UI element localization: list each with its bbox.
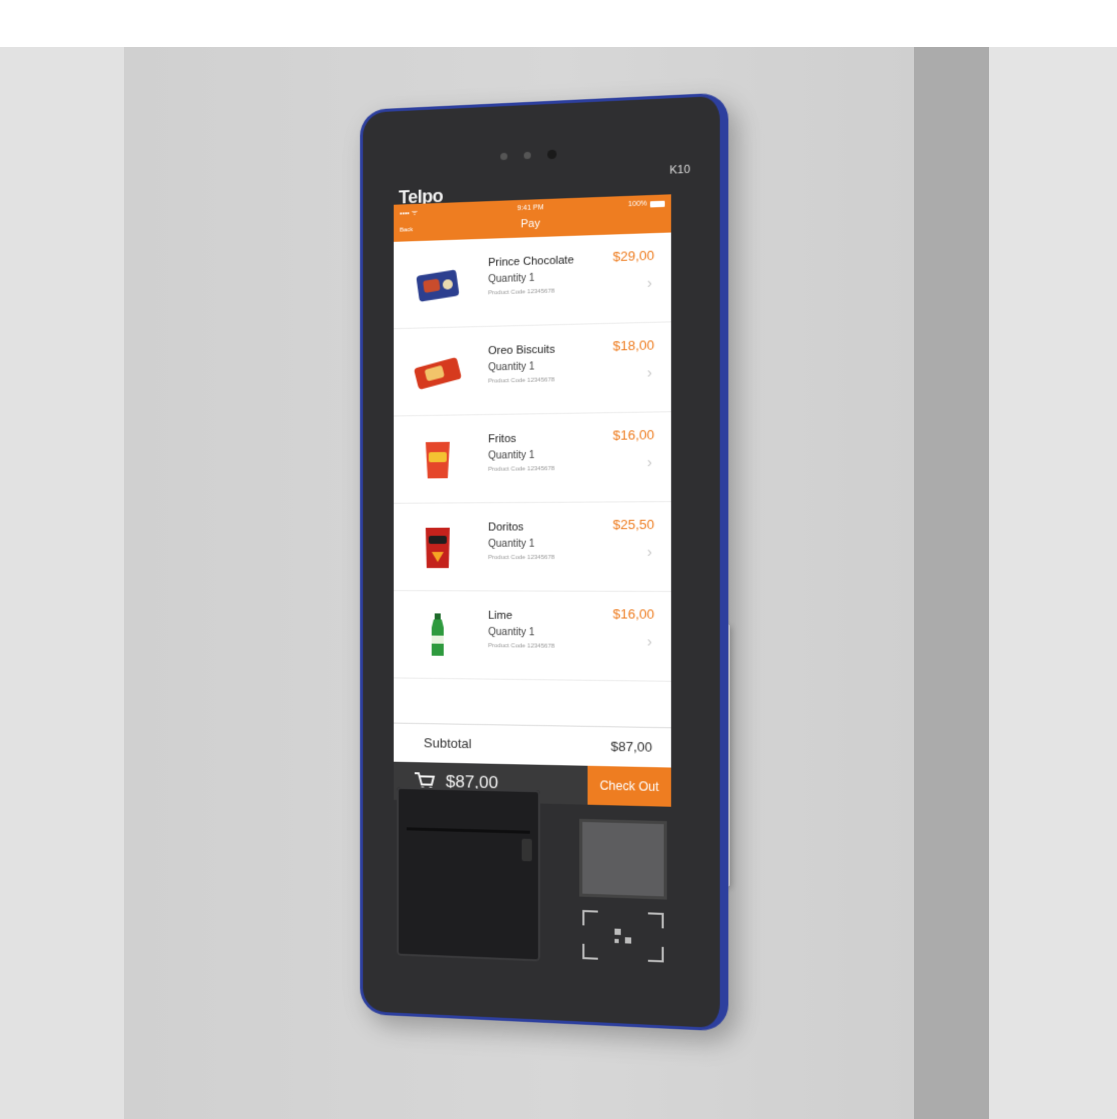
chevron-right-icon[interactable]: ›	[647, 454, 652, 472]
item-description: Product Code 12345678	[488, 554, 555, 561]
model-label: K10	[669, 163, 691, 177]
sensor-dot	[500, 152, 508, 160]
item-quantity: Quantity 1	[488, 449, 535, 462]
qr-code-icon	[579, 907, 667, 966]
battery-percent: 100%	[628, 200, 647, 209]
receipt-printer	[396, 786, 541, 962]
item-quantity: Quantity 1	[488, 626, 535, 639]
printer-latch	[521, 838, 532, 862]
chevron-right-icon[interactable]: ›	[647, 364, 652, 382]
battery-status: 100%	[628, 200, 665, 209]
chevron-right-icon[interactable]: ›	[647, 543, 652, 561]
item-name: Fritos	[488, 432, 517, 446]
screen: •••• ᯤ 9:41 PM 100% Back Pay Prince Choc…	[393, 194, 672, 768]
item-quantity: Quantity 1	[488, 272, 535, 286]
item-name: Doritos	[488, 521, 524, 534]
chips-bag-icon	[425, 527, 450, 569]
cookie-box-icon	[416, 269, 460, 303]
subtotal-value: $87,00	[610, 738, 653, 755]
checkout-button[interactable]: Check Out	[587, 765, 672, 807]
item-description: Product Code 12345678	[488, 377, 555, 385]
item-price: $25,50	[612, 516, 655, 533]
item-description: Product Code 12345678	[488, 643, 555, 650]
screen-title: Pay	[520, 217, 541, 231]
kiosk-device: Telpo K10 •••• ᯤ 9:41 PM 100% Back Pay P…	[360, 92, 729, 1032]
subtotal-row: Subtotal $87,00	[393, 722, 672, 768]
subtotal-label: Subtotal	[423, 735, 472, 752]
scene: Telpo K10 •••• ᯤ 9:41 PM 100% Back Pay P…	[0, 0, 1117, 1119]
wall-right	[989, 47, 1117, 1119]
item-price: $16,00	[612, 606, 655, 622]
item-price: $18,00	[612, 337, 655, 354]
list-item[interactable]: Doritos Quantity 1 Product Code 12345678…	[393, 502, 672, 592]
printer-slot	[406, 827, 530, 834]
soda-bottle-icon	[431, 613, 444, 656]
front-sensors	[500, 149, 557, 162]
sensor-dot	[523, 151, 531, 159]
item-list: Prince Chocolate Quantity 1 Product Code…	[393, 232, 672, 682]
item-price: $16,00	[612, 426, 655, 443]
item-name: Prince Chocolate	[488, 254, 574, 270]
item-name: Oreo Biscuits	[488, 343, 555, 358]
wall-left	[0, 47, 124, 1119]
item-description: Product Code 12345678	[488, 288, 555, 297]
list-item[interactable]: Fritos Quantity 1 Product Code 12345678 …	[393, 412, 672, 504]
wall-pillar	[914, 47, 989, 1119]
item-quantity: Quantity 1	[488, 361, 535, 374]
item-name: Lime	[488, 609, 513, 622]
camera-icon	[547, 149, 557, 159]
item-description: Product Code 12345678	[488, 466, 555, 473]
item-quantity: Quantity 1	[488, 538, 535, 550]
biscuit-pack-icon	[413, 356, 462, 390]
item-price: $29,00	[612, 247, 655, 265]
chips-bag-icon	[425, 441, 450, 479]
battery-icon	[650, 200, 665, 207]
chevron-right-icon[interactable]: ›	[647, 274, 652, 292]
list-item[interactable]: Oreo Biscuits Quantity 1 Product Code 12…	[393, 322, 672, 417]
list-item[interactable]: Lime Quantity 1 Product Code 12345678 $1…	[393, 591, 672, 682]
chevron-right-icon[interactable]: ›	[647, 633, 652, 651]
list-item[interactable]: Prince Chocolate Quantity 1 Product Code…	[393, 232, 672, 330]
scanner-window	[579, 818, 667, 900]
qr-scanner	[579, 818, 667, 966]
